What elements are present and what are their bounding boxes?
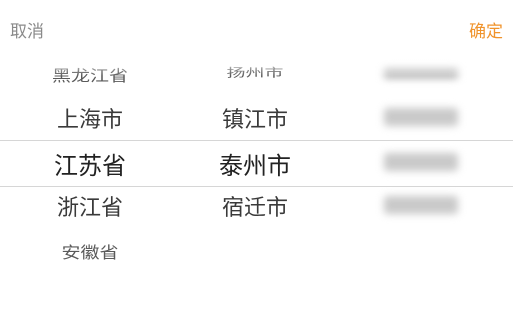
province-option[interactable]: 上海市 [0, 104, 180, 138]
district-option-blurred[interactable] [378, 147, 464, 185]
district-wheel[interactable] [378, 56, 464, 286]
region-picker: 取消 确定 黑龙江省 上海市 江苏省 浙江省 安徽省 扬州市 镇江市 泰州市 宿… [0, 0, 513, 314]
selection-line-bottom [0, 186, 513, 187]
province-option[interactable]: 黑龙江省 [0, 64, 180, 88]
confirm-button[interactable]: 确定 [469, 17, 503, 42]
district-option-blurred[interactable] [378, 64, 464, 88]
province-option[interactable]: 安徽省 [0, 240, 180, 266]
city-option[interactable]: 扬州市 [180, 64, 330, 82]
selection-line-top [0, 140, 513, 141]
city-option[interactable]: 镇江市 [180, 104, 330, 138]
city-option[interactable]: 宿迁市 [180, 192, 330, 226]
province-option-selected[interactable]: 江苏省 [0, 147, 180, 185]
province-option[interactable]: 浙江省 [0, 192, 180, 226]
picker-toolbar: 取消 确定 [0, 0, 513, 56]
district-option-blurred[interactable] [378, 192, 464, 226]
city-option-selected[interactable]: 泰州市 [180, 147, 330, 185]
district-option-blurred[interactable] [378, 104, 464, 138]
city-wheel[interactable]: 扬州市 镇江市 泰州市 宿迁市 [180, 56, 330, 286]
cancel-button[interactable]: 取消 [10, 17, 44, 42]
province-wheel[interactable]: 黑龙江省 上海市 江苏省 浙江省 安徽省 [0, 56, 180, 286]
